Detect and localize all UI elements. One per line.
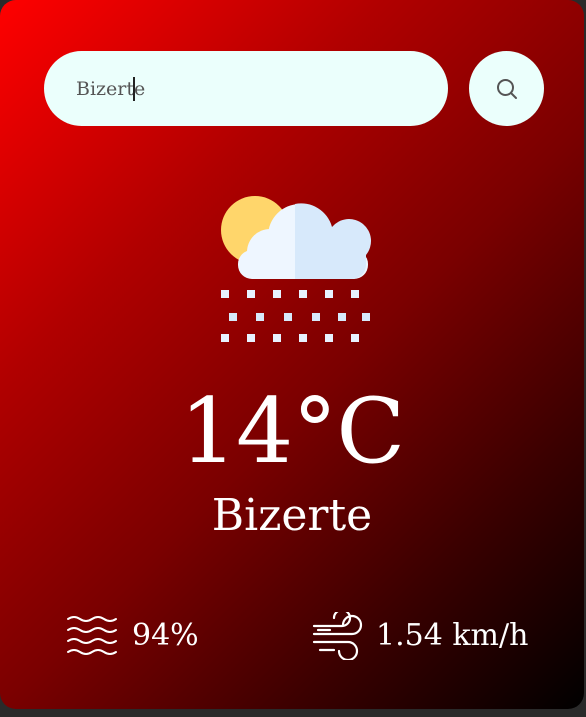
humidity-value: 94% xyxy=(132,618,199,653)
humidity-detail: 94% xyxy=(66,608,199,664)
humidity-waves-icon xyxy=(67,616,117,655)
weather-card: 14°C Bizerte 94% 1.54 km/h xyxy=(0,0,584,709)
search-input[interactable] xyxy=(76,51,416,126)
city-name: Bizerte xyxy=(211,490,373,541)
text-cursor xyxy=(133,77,135,101)
temperature: 14°C xyxy=(179,379,405,484)
wind-value: 1.54 km/h xyxy=(376,618,529,653)
sun-cloud-snow-icon xyxy=(221,196,372,342)
wind-detail: 1.54 km/h xyxy=(312,608,528,664)
search-button[interactable] xyxy=(469,51,544,126)
search-icon xyxy=(497,79,517,99)
search-bar xyxy=(44,51,448,126)
wind-icon xyxy=(312,612,363,660)
